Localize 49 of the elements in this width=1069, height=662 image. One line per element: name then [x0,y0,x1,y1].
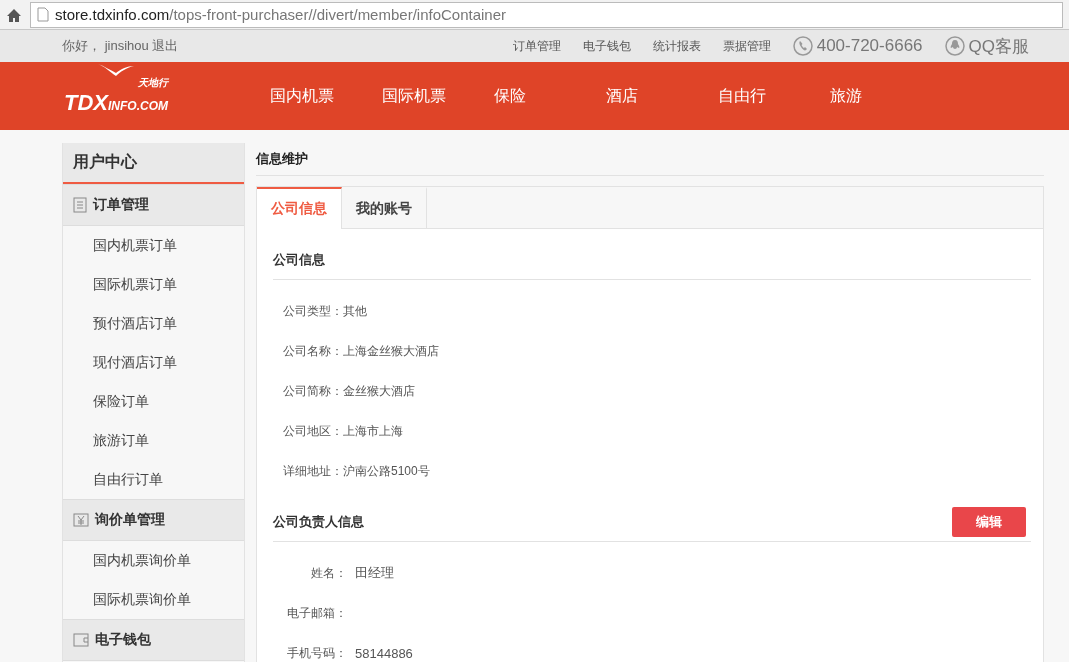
field-value: 上海市上海 [343,422,403,440]
section-title: 公司信息 [273,251,325,269]
field-value: 其他 [343,302,367,320]
nav-link[interactable]: 酒店 [606,85,718,107]
field-label: 公司名称： [283,342,343,360]
yen-icon [73,513,89,527]
field-label: 手机号码： [286,644,347,662]
top-link[interactable]: 票据管理 [722,37,771,55]
edit-button[interactable]: 编辑 [952,507,1026,537]
penguin-icon [944,36,965,56]
logout-link[interactable]: 退出 [152,37,179,55]
home-icon[interactable] [6,6,22,23]
logo-text: TDXINFO.COM [64,90,168,116]
list-icon [73,197,87,213]
field-value: 金丝猴大酒店 [343,382,415,400]
page-icon [37,7,49,22]
field-value: 田经理 [355,564,394,582]
field-label: 公司简称： [283,382,343,400]
nav-link[interactable]: 国内机票 [270,85,382,107]
nav-link[interactable]: 旅游 [830,85,942,107]
nav-link[interactable]: 国际机票 [382,85,494,107]
field-label: 详细地址： [283,462,343,480]
field-label: 电子邮箱： [286,604,347,622]
sidebar-group-header[interactable]: 电子钱包 [63,619,244,661]
url-text: store.tdxinfo.com/tops-front-purchaser//divert/member/infoContainer [55,6,507,23]
field-value: 上海金丝猴大酒店 [343,342,439,360]
sidebar-group-header[interactable]: 询价单管理 [63,499,244,541]
field-value: 58144886 [355,645,413,661]
address-bar[interactable]: store.tdxinfo.com/tops-front-purchaser//divert/member/infoContainer [30,1,1063,28]
greeting-text: 你好， jinsihou [62,37,149,55]
field-label: 公司地区： [283,422,343,440]
logo-chinese: 天地行 [138,76,168,90]
field-label: 公司类型： [283,302,343,320]
field-label: 姓名： [310,564,347,582]
wallet-icon [73,633,89,647]
section-title: 公司负责人信息 [273,513,364,531]
top-link[interactable]: 订单管理 [512,37,561,55]
phone-number: 400-720-6666 [816,36,923,56]
phone-icon [792,36,813,56]
nav-link[interactable]: 自由行 [718,85,830,107]
top-link[interactable]: 统计报表 [652,37,701,55]
page-title: 信息维护 [256,143,1044,176]
nav-link[interactable]: 保险 [494,85,606,107]
tab[interactable]: 我的账号 [342,187,427,228]
top-link[interactable]: 电子钱包 [582,37,631,55]
sidebar-group-header[interactable]: 订单管理 [63,184,244,226]
field-value: 沪南公路5100号 [343,462,430,480]
qq-service-link[interactable]: QQ客服 [968,34,1029,58]
sidebar-title: 用户中心 [63,143,244,184]
